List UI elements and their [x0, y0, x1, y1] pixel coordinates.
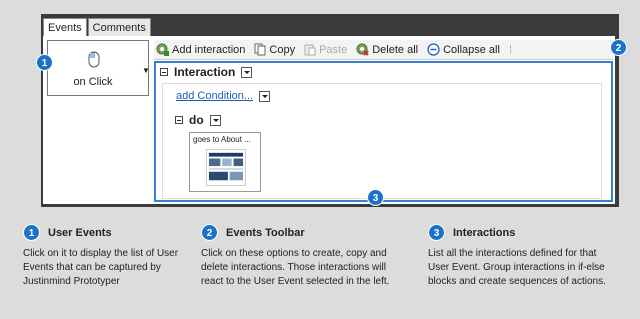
- add-condition-row: add Condition...: [176, 90, 271, 102]
- delete-icon: [356, 43, 369, 56]
- legend-title-row: 1 User Events: [23, 224, 193, 241]
- user-event-label: on Click: [73, 76, 113, 88]
- collapse-interaction-icon[interactable]: [160, 68, 168, 76]
- collapse-all-label: Collapse all: [443, 43, 500, 56]
- legend-text: List all the interactions defined for th…: [428, 248, 606, 287]
- paste-icon: [304, 44, 316, 56]
- add-condition-dropdown-icon[interactable]: [259, 90, 271, 102]
- add-condition-link[interactable]: add Condition...: [176, 90, 253, 102]
- tab-bar: Events Comments: [43, 18, 151, 36]
- callout-badge-1: 1: [36, 54, 53, 71]
- callout-badge-2: 2: [610, 39, 627, 56]
- action-label: goes to About ...: [193, 135, 251, 144]
- tab-comments[interactable]: Comments: [87, 18, 151, 36]
- interaction-header[interactable]: Interaction: [160, 65, 253, 79]
- add-interaction-button[interactable]: Add interaction: [156, 43, 245, 56]
- legend-text: Click on it to display the list of User …: [23, 248, 179, 287]
- legend-badge-3: 3: [428, 224, 445, 241]
- toolbar-grip-icon[interactable]: ⁞: [509, 44, 512, 56]
- add-interaction-icon: [156, 43, 169, 56]
- legend-title: Events Toolbar: [226, 226, 305, 239]
- do-dropdown-icon[interactable]: [209, 114, 221, 126]
- legend-title: Interactions: [453, 226, 516, 239]
- legend-text: Click on these options to create, copy a…: [201, 248, 390, 287]
- do-label: do: [189, 113, 204, 127]
- copy-icon: [254, 43, 266, 56]
- collapse-all-button[interactable]: Collapse all: [427, 43, 500, 56]
- tab-events[interactable]: Events: [43, 18, 87, 36]
- interaction-dropdown-icon[interactable]: [241, 66, 253, 78]
- paste-label: Paste: [319, 43, 348, 56]
- collapse-icon: [427, 43, 440, 56]
- events-window: Events Comments on Click ▼ Add interacti…: [41, 14, 619, 207]
- paste-button[interactable]: Paste: [304, 43, 347, 56]
- mouse-icon: [88, 51, 100, 68]
- user-event-selector[interactable]: on Click ▼: [47, 40, 150, 96]
- legend-badge-1: 1: [23, 224, 40, 241]
- legend-title-row: 2 Events Toolbar: [201, 224, 391, 241]
- events-panel: on Click ▼ Add interaction Copy Paste De…: [43, 36, 615, 204]
- interaction-body: add Condition... do goes to About ...: [162, 83, 602, 199]
- screen-thumbnail-image: [206, 149, 246, 186]
- events-toolbar: Add interaction Copy Paste Delete all Co…: [154, 40, 613, 60]
- interaction-title: Interaction: [174, 65, 236, 79]
- delete-all-button[interactable]: Delete all: [356, 43, 418, 56]
- copy-label: Copy: [269, 43, 296, 56]
- event-dropdown-icon[interactable]: ▼: [142, 66, 150, 75]
- legend-title-row: 3 Interactions: [428, 224, 618, 241]
- legend-events-toolbar: 2 Events Toolbar Click on these options …: [201, 224, 391, 289]
- callout-badge-3: 3: [367, 189, 384, 206]
- do-block-header[interactable]: do: [175, 113, 221, 127]
- legend-badge-2: 2: [201, 224, 218, 241]
- copy-button[interactable]: Copy: [254, 43, 295, 56]
- collapse-do-icon[interactable]: [175, 116, 183, 124]
- delete-all-label: Delete all: [372, 43, 419, 56]
- action-card[interactable]: goes to About ...: [189, 132, 261, 192]
- legend-interactions: 3 Interactions List all the interactions…: [428, 224, 618, 289]
- add-interaction-label: Add interaction: [172, 43, 246, 56]
- legend-user-events: 1 User Events Click on it to display the…: [23, 224, 193, 289]
- interactions-area: Interaction add Condition... do goes to …: [154, 61, 613, 202]
- legend-title: User Events: [48, 226, 112, 239]
